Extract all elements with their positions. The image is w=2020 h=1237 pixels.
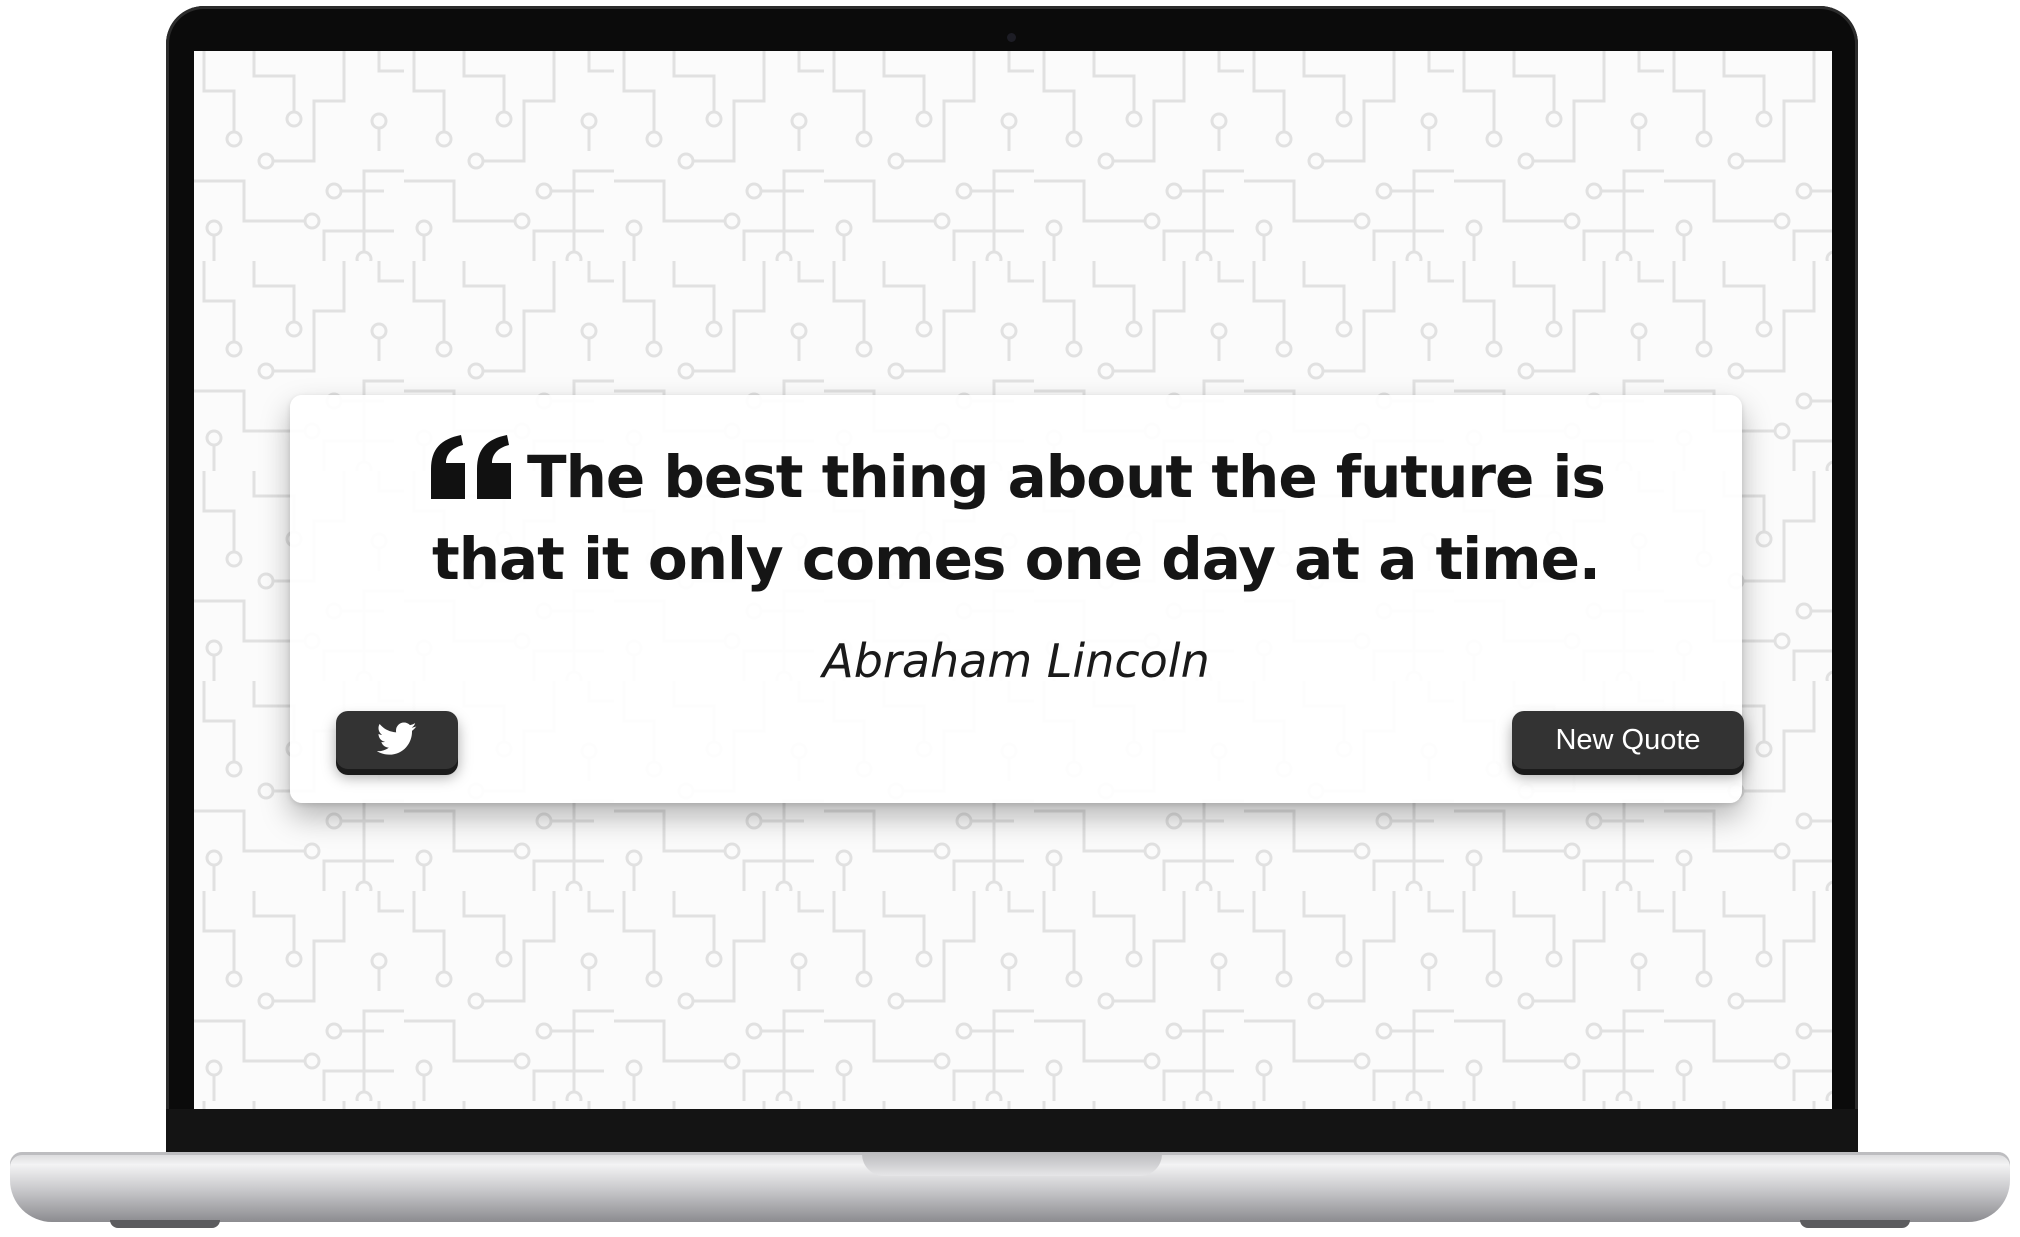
twitter-icon <box>376 722 417 759</box>
new-quote-button[interactable]: New Quote <box>1512 711 1744 769</box>
quote-author: Abraham Lincoln <box>822 634 1210 688</box>
laptop-mockup: The best thing about the future is that … <box>0 0 2020 1237</box>
tweet-button[interactable] <box>336 711 458 769</box>
quote-card: The best thing about the future is that … <box>290 395 1744 803</box>
screen: The best thing about the future is that … <box>194 51 1832 1109</box>
laptop-notch <box>862 1152 1162 1176</box>
quote-block: The best thing about the future is that … <box>400 435 1632 600</box>
camera-icon <box>1007 33 1016 42</box>
quote-left-icon <box>427 435 515 501</box>
laptop-lid-bottom <box>166 1109 1858 1155</box>
quote-text: The best thing about the future is that … <box>432 443 1606 593</box>
laptop-foot-right <box>1800 1220 1910 1228</box>
laptop-foot-left <box>110 1220 220 1228</box>
